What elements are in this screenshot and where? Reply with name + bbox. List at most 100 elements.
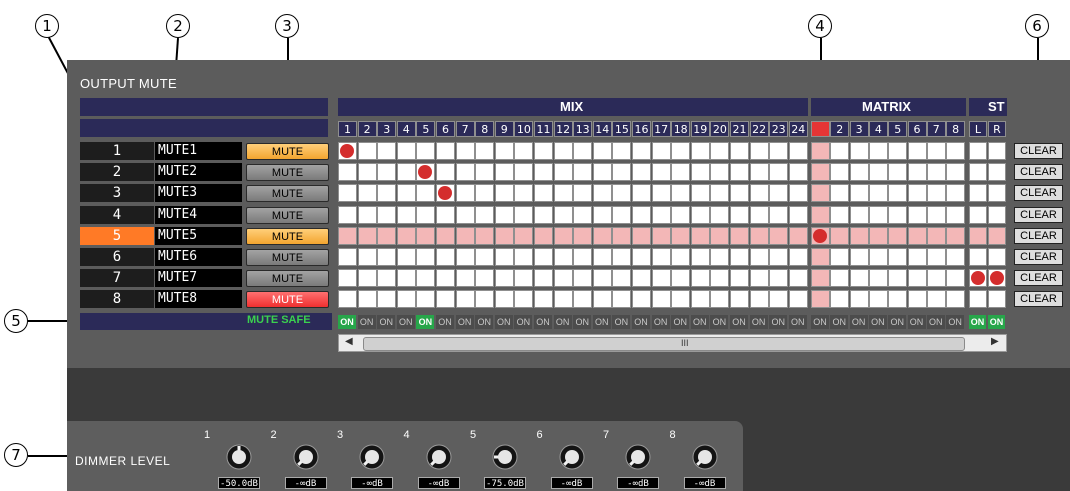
mute-grid-cell[interactable] [357,248,377,266]
mute-grid-cell[interactable] [671,226,691,245]
mute-safe-toggle[interactable]: ON [436,315,454,329]
channel-number[interactable]: R [988,121,1006,137]
mute-button[interactable]: MUTE [246,143,329,160]
mute-grid-cell[interactable] [690,269,710,288]
mute-safe-toggle[interactable]: ON [788,315,807,329]
channel-number[interactable]: 22 [749,121,769,137]
mute-grid-cell[interactable] [988,248,1006,266]
mute-grid-cell[interactable] [534,248,553,266]
mute-grid-cell[interactable] [671,163,691,182]
mute-safe-toggle[interactable]: ON [849,315,868,329]
mute-grid-cell[interactable] [788,226,808,245]
channel-number[interactable]: 21 [730,121,749,137]
mute-safe-toggle[interactable]: ON [592,315,611,329]
mute-grid-cell[interactable] [455,248,475,266]
scroll-left-arrow-icon[interactable]: ◀ [345,336,353,347]
mute-safe-toggle[interactable]: ON [769,315,788,329]
mute-grid-cell[interactable] [632,290,651,309]
mute-grid-cell[interactable] [592,226,612,245]
mute-grid-cell[interactable] [730,205,749,224]
mute-grid-cell[interactable] [514,226,534,245]
mute-grid-cell[interactable] [907,290,927,309]
mute-safe-toggle[interactable]: ON [888,315,907,329]
mute-grid-cell[interactable] [416,269,436,288]
mute-grid-cell[interactable] [749,142,769,160]
mute-grid-cell[interactable] [788,163,808,182]
mute-grid-cell[interactable] [769,248,789,266]
mute-grid-cell[interactable] [888,269,908,288]
horizontal-scrollbar[interactable]: ◀ III ▶ [338,334,1007,352]
mute-grid-cell[interactable] [475,248,495,266]
mute-grid-cell[interactable] [926,184,946,203]
mute-grid-cell[interactable] [907,248,927,266]
mute-grid-cell[interactable] [534,226,553,245]
channel-number[interactable]: 17 [651,121,671,137]
mute-grid-cell[interactable] [730,269,749,288]
group-number[interactable]: 5 [80,226,154,245]
mute-safe-toggle[interactable]: ON [553,315,572,329]
mute-grid-cell[interactable] [553,248,573,266]
mute-grid-cell[interactable] [436,184,455,203]
mute-grid-cell[interactable] [969,248,987,266]
mute-grid-cell[interactable] [396,205,416,224]
mute-grid-cell[interactable] [749,269,769,288]
group-name[interactable]: MUTE7 [155,269,242,288]
mute-grid-cell[interactable] [788,290,808,309]
clear-button[interactable]: CLEAR [1014,291,1063,308]
channel-number[interactable]: 7 [455,121,475,137]
mute-safe-toggle[interactable]: ON [946,315,965,329]
mute-grid-cell[interactable] [377,205,397,224]
mute-grid-cell[interactable] [377,290,397,309]
mute-grid-cell[interactable] [338,205,357,224]
mute-safe-toggle[interactable]: ON [416,315,435,329]
mute-safe-toggle[interactable]: ON [455,315,474,329]
mute-grid-cell[interactable] [749,248,769,266]
mute-grid-cell[interactable] [868,142,888,160]
mute-grid-cell[interactable] [632,248,651,266]
mute-grid-cell[interactable] [416,205,436,224]
mute-grid-cell[interactable] [969,290,987,309]
mute-grid-cell[interactable] [830,248,850,266]
mute-grid-cell[interactable] [671,290,691,309]
mute-grid-cell[interactable] [946,205,966,224]
mute-button[interactable]: MUTE [246,185,329,203]
mute-grid-cell[interactable] [690,290,710,309]
mute-grid-cell[interactable] [671,184,691,203]
mute-grid-cell[interactable] [830,269,850,288]
mute-grid-cell[interactable] [396,226,416,245]
mute-grid-cell[interactable] [573,163,593,182]
mute-grid-cell[interactable] [830,226,850,245]
mute-grid-cell[interactable] [396,163,416,182]
mute-button[interactable]: MUTE [246,291,329,309]
mute-grid-cell[interactable] [592,184,612,203]
mute-grid-cell[interactable] [612,248,632,266]
channel-number[interactable]: 6 [436,121,455,137]
mute-safe-toggle[interactable]: ON [377,315,396,329]
mute-button[interactable]: MUTE [246,249,329,266]
mute-grid-cell[interactable] [849,163,869,182]
mute-grid-cell[interactable] [632,163,651,182]
mute-grid-cell[interactable] [377,163,397,182]
mute-grid-cell[interactable] [788,142,808,160]
mute-grid-cell[interactable] [436,226,455,245]
mute-grid-cell[interactable] [338,163,357,182]
scroll-thumb[interactable]: III [363,337,965,351]
mute-grid-cell[interactable] [926,226,946,245]
mute-grid-cell[interactable] [849,226,869,245]
mute-grid-cell[interactable] [969,269,987,288]
mute-grid-cell[interactable] [455,269,475,288]
mute-grid-cell[interactable] [988,142,1006,160]
mute-safe-toggle[interactable]: ON [632,315,650,329]
mute-grid-cell[interactable] [436,205,455,224]
clear-button[interactable]: CLEAR [1014,143,1063,159]
mute-grid-cell[interactable] [710,290,730,309]
mute-grid-cell[interactable] [690,184,710,203]
mute-grid-cell[interactable] [455,142,475,160]
mute-grid-cell[interactable] [907,205,927,224]
mute-grid-cell[interactable] [632,184,651,203]
mute-grid-cell[interactable] [888,205,908,224]
mute-grid-cell[interactable] [769,290,789,309]
mute-grid-cell[interactable] [553,290,573,309]
mute-safe-toggle[interactable]: ON [671,315,690,329]
mute-grid-cell[interactable] [592,163,612,182]
